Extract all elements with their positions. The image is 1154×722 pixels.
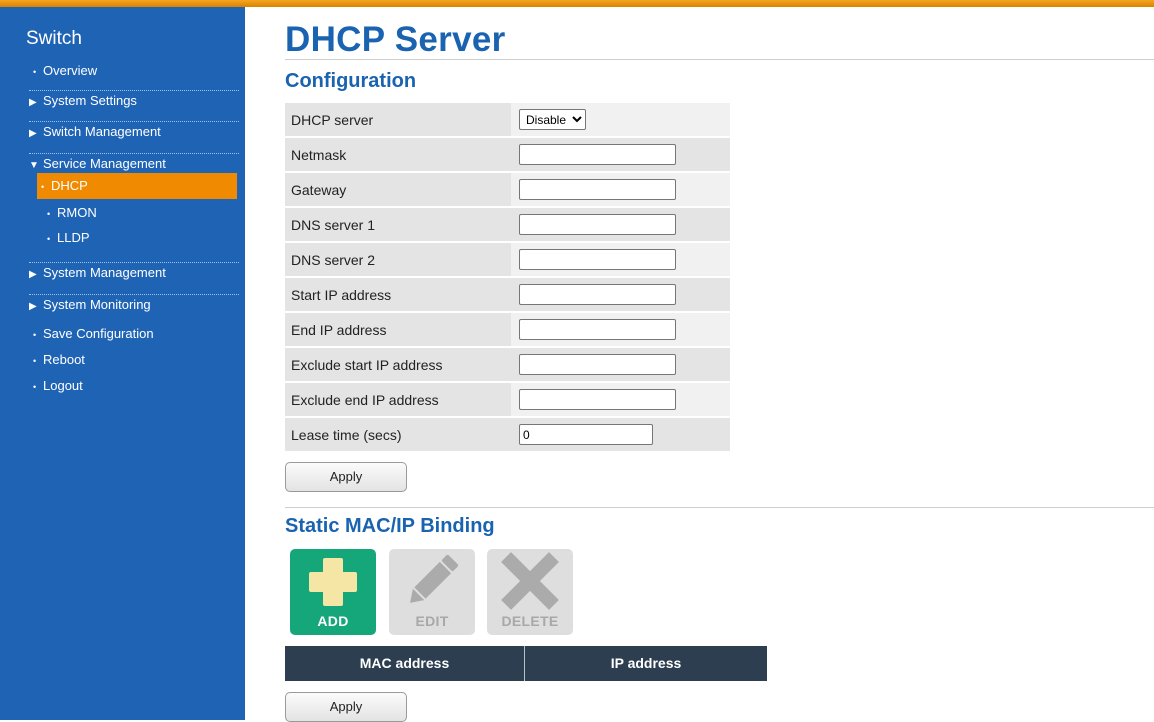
config-row-start-ip: Start IP address: [285, 278, 730, 311]
delete-label: DELETE: [501, 613, 559, 629]
mac-address-column-header: MAC address: [285, 646, 525, 681]
triangle-right-icon: ▶: [29, 97, 37, 108]
exclude-start-ip-label: Exclude start IP address: [285, 348, 511, 381]
add-label: ADD: [317, 613, 349, 629]
configuration-title: Configuration: [285, 70, 417, 92]
sidebar-item-system-settings[interactable]: ▶ System Settings: [29, 90, 239, 113]
edit-button[interactable]: EDIT: [389, 549, 475, 635]
top-accent-bar: [0, 0, 1154, 7]
config-row-end-ip: End IP address: [285, 313, 730, 346]
bullet-icon: •: [33, 382, 37, 392]
lease-time-label: Lease time (secs): [285, 418, 511, 451]
triangle-right-icon: ▶: [29, 128, 37, 139]
sidebar-item-system-monitoring[interactable]: ▶ System Monitoring: [29, 294, 239, 317]
gateway-input[interactable]: [519, 179, 676, 200]
apply-binding-button[interactable]: Apply: [285, 692, 407, 722]
page-title: DHCP Server: [285, 20, 506, 59]
end-ip-input[interactable]: [519, 319, 676, 340]
bullet-icon: •: [47, 234, 51, 244]
config-row-dns2: DNS server 2: [285, 243, 730, 276]
static-binding-title: Static MAC/IP Binding: [285, 515, 495, 537]
start-ip-input[interactable]: [519, 284, 676, 305]
sidebar-item-rmon[interactable]: • RMON: [43, 203, 239, 224]
sidebar-item-system-management[interactable]: ▶ System Management: [29, 262, 239, 285]
sidebar-item-save-configuration[interactable]: • Save Configuration: [29, 324, 239, 345]
dns-server-2-label: DNS server 2: [285, 243, 511, 276]
dhcp-server-select[interactable]: Disable: [519, 109, 586, 130]
title-divider: [285, 59, 1154, 60]
binding-table-header: MAC address IP address: [285, 646, 767, 681]
pencil-icon: [410, 554, 459, 603]
netmask-label: Netmask: [285, 138, 511, 171]
exclude-start-ip-input[interactable]: [519, 354, 676, 375]
start-ip-label: Start IP address: [285, 278, 511, 311]
config-row-exclude-end: Exclude end IP address: [285, 383, 730, 416]
end-ip-label: End IP address: [285, 313, 511, 346]
lease-time-input[interactable]: [519, 424, 653, 445]
sidebar-title: Switch: [26, 28, 82, 49]
delete-button[interactable]: DELETE: [487, 549, 573, 635]
bullet-icon: •: [41, 182, 45, 192]
config-row-exclude-start: Exclude start IP address: [285, 348, 730, 381]
dhcp-server-label: DHCP server: [285, 103, 511, 136]
config-row-netmask: Netmask: [285, 138, 730, 171]
bullet-icon: •: [33, 356, 37, 366]
bullet-icon: •: [47, 209, 51, 219]
x-icon: [501, 552, 559, 610]
config-row-lease-time: Lease time (secs): [285, 418, 730, 451]
triangle-right-icon: ▶: [29, 301, 37, 312]
sidebar-item-overview[interactable]: • Overview: [29, 61, 239, 82]
config-row-gateway: Gateway: [285, 173, 730, 206]
bullet-icon: •: [33, 330, 37, 340]
netmask-input[interactable]: [519, 144, 676, 165]
section-divider: [285, 507, 1154, 508]
configuration-table: DHCP server Disable Netmask Gateway DNS …: [285, 101, 730, 453]
apply-config-button[interactable]: Apply: [285, 462, 407, 492]
ip-address-column-header: IP address: [610, 655, 682, 671]
plus-icon: [309, 558, 357, 606]
config-row-dhcp-server: DHCP server Disable: [285, 103, 730, 136]
add-button[interactable]: ADD: [290, 549, 376, 635]
sidebar-item-dhcp[interactable]: • DHCP: [37, 173, 237, 199]
dns-server-1-label: DNS server 1: [285, 208, 511, 241]
edit-label: EDIT: [415, 613, 449, 629]
bullet-icon: •: [33, 67, 37, 77]
triangle-right-icon: ▶: [29, 269, 37, 280]
dns-server-1-input[interactable]: [519, 214, 676, 235]
exclude-end-ip-label: Exclude end IP address: [285, 383, 511, 416]
config-row-dns1: DNS server 1: [285, 208, 730, 241]
dns-server-2-input[interactable]: [519, 249, 676, 270]
sidebar-item-logout[interactable]: • Logout: [29, 376, 239, 397]
sidebar-item-reboot[interactable]: • Reboot: [29, 350, 239, 371]
exclude-end-ip-input[interactable]: [519, 389, 676, 410]
gateway-label: Gateway: [285, 173, 511, 206]
sidebar-item-switch-management[interactable]: ▶ Switch Management: [29, 121, 239, 144]
sidebar-item-lldp[interactable]: • LLDP: [43, 228, 239, 249]
